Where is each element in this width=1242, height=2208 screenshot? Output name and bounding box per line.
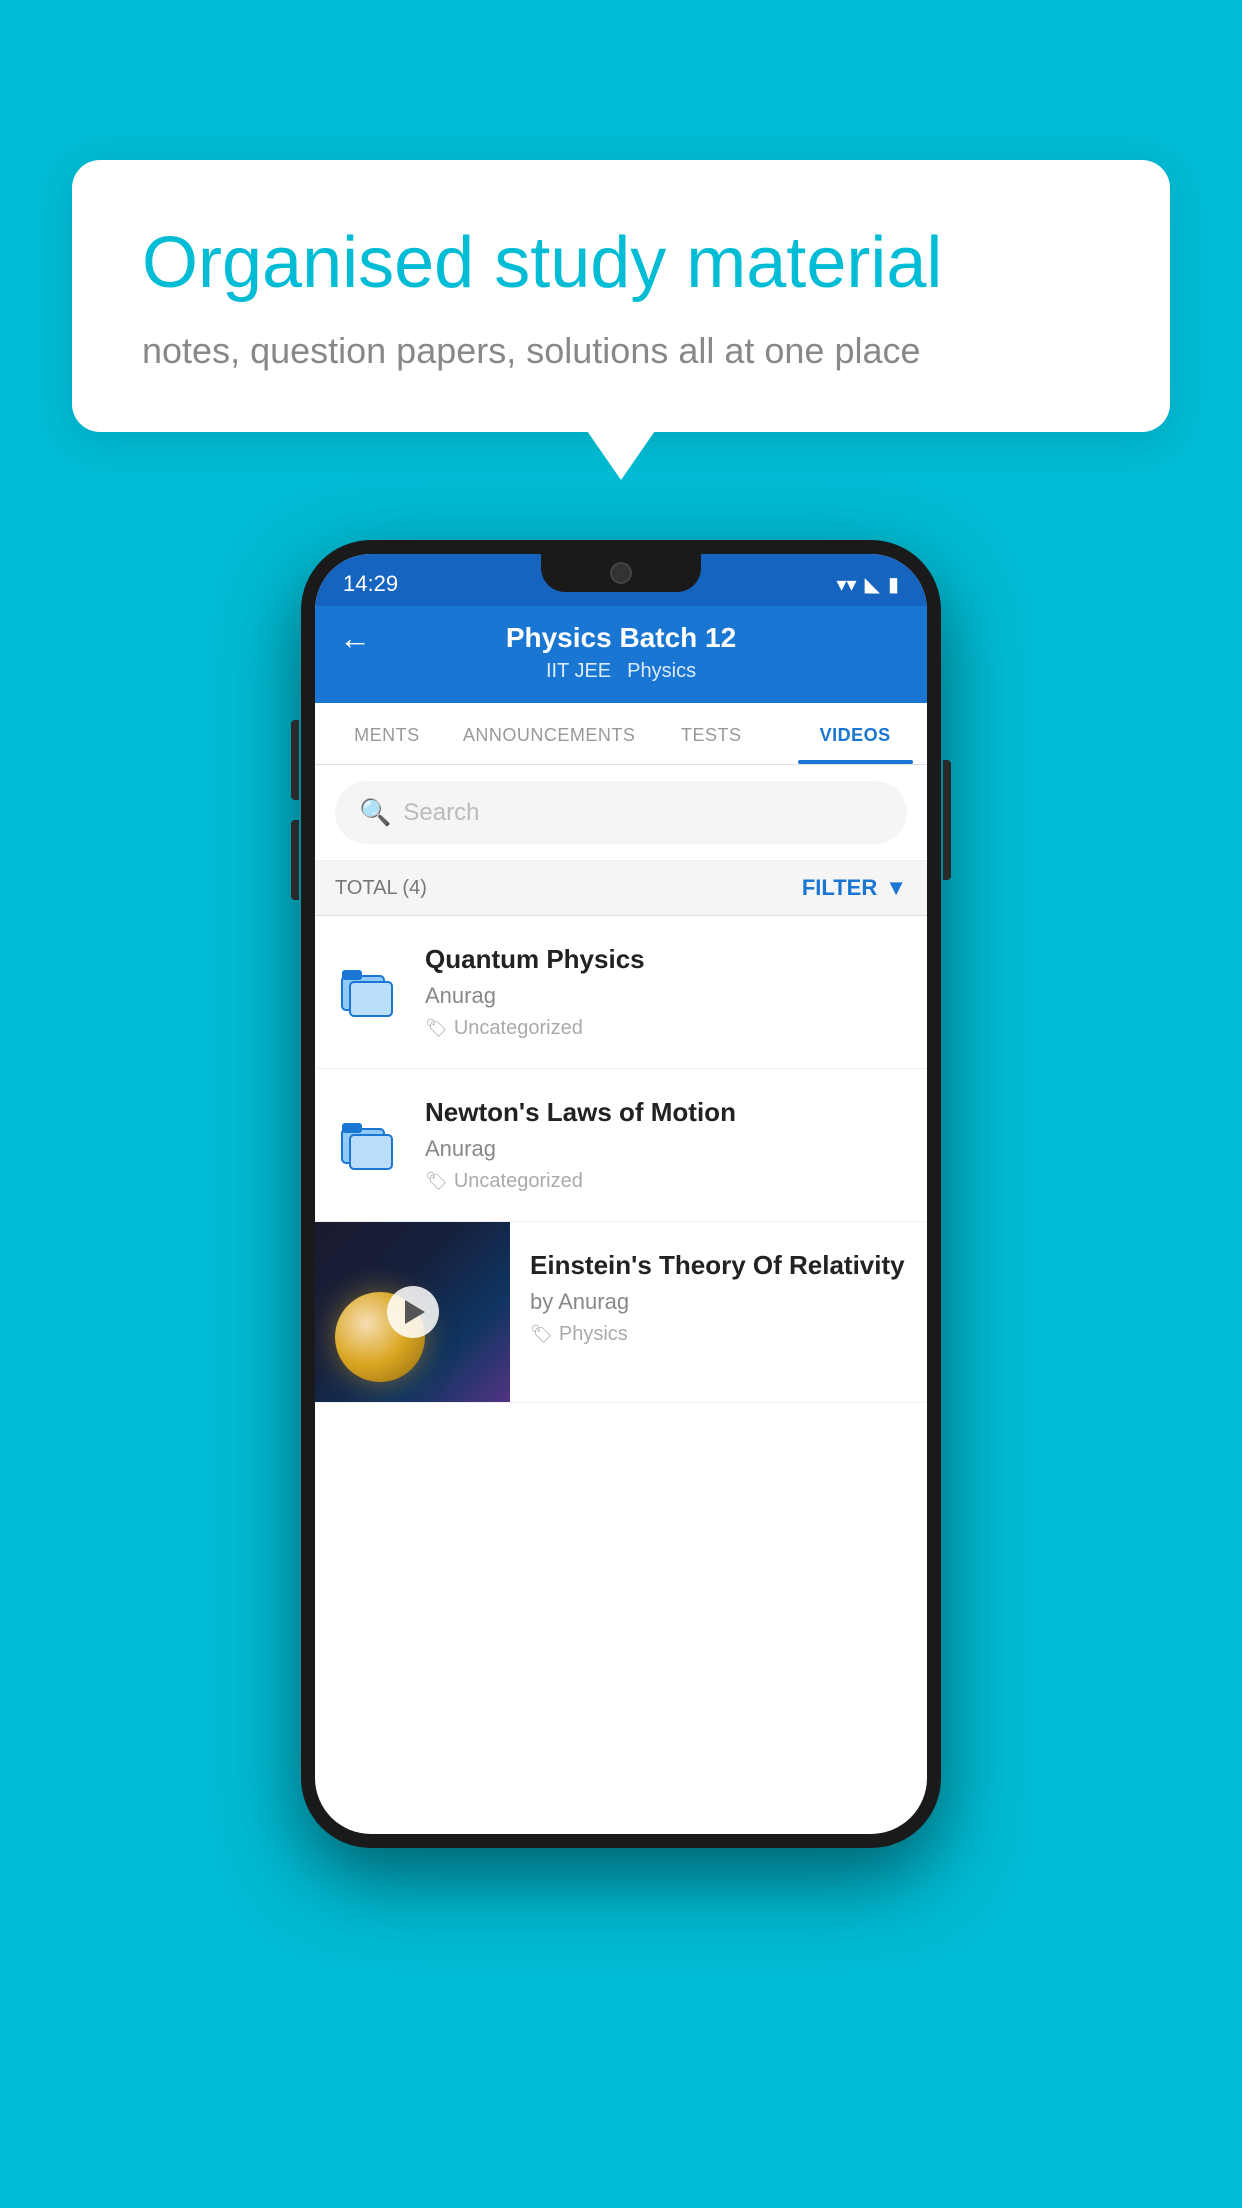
- tabs-bar: MENTS ANNOUNCEMENTS TESTS VIDEOS: [315, 703, 927, 765]
- status-icons: ▾▾ ◣ ▮: [837, 572, 899, 597]
- video-tag: 🏷 Physics: [530, 1323, 907, 1346]
- video-author: by Anurag: [530, 1289, 907, 1315]
- header-title: Physics Batch 12: [506, 622, 736, 654]
- status-time: 14:29: [343, 571, 398, 597]
- speech-bubble: Organised study material notes, question…: [72, 160, 1170, 432]
- phone-notch: [541, 554, 701, 592]
- bubble-title: Organised study material: [142, 220, 1100, 306]
- tag-icon: 🏷: [425, 1171, 448, 1192]
- filter-label: FILTER: [802, 875, 877, 901]
- video-folder-icon: [335, 1115, 405, 1175]
- filter-bar: TOTAL (4) FILTER ▼: [315, 861, 927, 916]
- list-item[interactable]: Einstein's Theory Of Relativity by Anura…: [315, 1222, 927, 1403]
- volume-down-button: [291, 820, 299, 900]
- tab-ments[interactable]: MENTS: [315, 703, 459, 764]
- back-button[interactable]: ←: [339, 620, 371, 657]
- total-count-label: TOTAL (4): [335, 877, 427, 900]
- wifi-icon: ▾▾: [837, 572, 857, 597]
- video-info: Newton's Laws of Motion Anurag 🏷 Uncateg…: [425, 1097, 907, 1193]
- search-container: 🔍 Search: [315, 765, 927, 861]
- header-subtitle-physics: Physics: [627, 660, 696, 683]
- header-subtitle: IIT JEE Physics: [546, 660, 696, 683]
- tag-icon: 🏷: [530, 1324, 553, 1345]
- video-list: Quantum Physics Anurag 🏷 Uncategorized: [315, 916, 927, 1403]
- header-subtitle-iitjee: IIT JEE: [546, 660, 611, 683]
- battery-icon: ▮: [888, 572, 899, 597]
- video-info: Quantum Physics Anurag 🏷 Uncategorized: [425, 944, 907, 1040]
- phone-screen: 14:29 ▾▾ ◣ ▮ ← Physics Batch 12 IIT JEE …: [315, 554, 927, 1834]
- filter-funnel-icon: ▼: [885, 875, 907, 901]
- video-tag: 🏷 Uncategorized: [425, 1170, 907, 1193]
- tab-videos[interactable]: VIDEOS: [783, 703, 927, 764]
- app-header: ← Physics Batch 12 IIT JEE Physics: [315, 606, 927, 703]
- video-author: Anurag: [425, 1136, 907, 1162]
- tab-tests[interactable]: TESTS: [639, 703, 783, 764]
- filter-button[interactable]: FILTER ▼: [802, 875, 907, 901]
- search-box[interactable]: 🔍 Search: [335, 781, 907, 844]
- video-folder-icon: [335, 962, 405, 1022]
- list-item[interactable]: Newton's Laws of Motion Anurag 🏷 Uncateg…: [315, 1069, 927, 1222]
- power-button: [943, 760, 951, 880]
- video-title: Newton's Laws of Motion: [425, 1097, 907, 1128]
- video-title: Einstein's Theory Of Relativity: [530, 1250, 907, 1281]
- video-author: Anurag: [425, 983, 907, 1009]
- video-thumbnail: [315, 1222, 510, 1402]
- list-item[interactable]: Quantum Physics Anurag 🏷 Uncategorized: [315, 916, 927, 1069]
- search-icon: 🔍: [359, 797, 391, 828]
- search-placeholder: Search: [403, 799, 479, 827]
- bubble-subtitle: notes, question papers, solutions all at…: [142, 330, 1100, 372]
- tag-icon: 🏷: [425, 1018, 448, 1039]
- play-triangle-icon: [405, 1300, 425, 1324]
- tag-label: Uncategorized: [454, 1170, 583, 1193]
- phone-frame: 14:29 ▾▾ ◣ ▮ ← Physics Batch 12 IIT JEE …: [301, 540, 941, 1848]
- video-title: Quantum Physics: [425, 944, 907, 975]
- play-button[interactable]: [387, 1286, 439, 1338]
- signal-icon: ◣: [865, 572, 880, 597]
- speech-bubble-section: Organised study material notes, question…: [72, 160, 1170, 432]
- phone-device: 14:29 ▾▾ ◣ ▮ ← Physics Batch 12 IIT JEE …: [301, 540, 941, 1848]
- front-camera: [610, 562, 632, 584]
- header-top: ← Physics Batch 12: [339, 622, 903, 654]
- video-info: Einstein's Theory Of Relativity by Anura…: [510, 1222, 927, 1374]
- video-tag: 🏷 Uncategorized: [425, 1017, 907, 1040]
- tab-announcements[interactable]: ANNOUNCEMENTS: [459, 703, 640, 764]
- tag-label: Physics: [559, 1323, 628, 1346]
- tag-label: Uncategorized: [454, 1017, 583, 1040]
- volume-up-button: [291, 720, 299, 800]
